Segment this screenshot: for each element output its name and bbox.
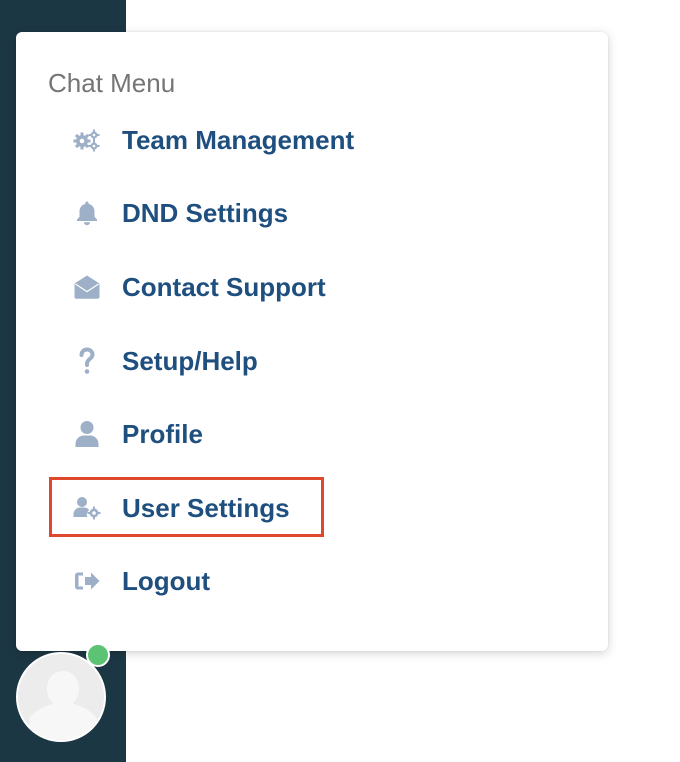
online-status-indicator bbox=[86, 643, 110, 667]
menu-item-profile[interactable]: Profile bbox=[72, 414, 532, 454]
sign-out-icon bbox=[72, 566, 102, 596]
question-icon bbox=[72, 346, 102, 376]
user-icon bbox=[72, 419, 102, 449]
bell-icon bbox=[72, 198, 102, 228]
chat-menu-dropdown: Chat Menu Team Management DND Settings C… bbox=[16, 32, 608, 651]
menu-item-dnd-settings[interactable]: DND Settings bbox=[72, 193, 532, 233]
menu-item-logout[interactable]: Logout bbox=[72, 561, 532, 601]
chat-menu-title: Chat Menu bbox=[48, 68, 176, 98]
menu-item-contact-support[interactable]: Contact Support bbox=[72, 267, 532, 307]
envelope-open-icon bbox=[72, 272, 102, 302]
menu-item-team-management[interactable]: Team Management bbox=[72, 120, 532, 160]
user-gear-icon bbox=[72, 493, 102, 523]
menu-item-label: Logout bbox=[122, 566, 211, 596]
menu-item-user-settings[interactable]: User Settings bbox=[72, 488, 532, 528]
menu-item-label: Profile bbox=[122, 419, 203, 449]
avatar-placeholder-icon bbox=[18, 654, 104, 740]
menu-item-label: Team Management bbox=[122, 125, 355, 155]
menu-item-setup-help[interactable]: Setup/Help bbox=[72, 341, 532, 381]
menu-item-label: DND Settings bbox=[122, 198, 289, 228]
gears-icon bbox=[72, 125, 102, 155]
menu-item-label: User Settings bbox=[122, 493, 290, 523]
menu-item-label: Setup/Help bbox=[122, 346, 258, 376]
menu-item-label: Contact Support bbox=[122, 272, 326, 302]
